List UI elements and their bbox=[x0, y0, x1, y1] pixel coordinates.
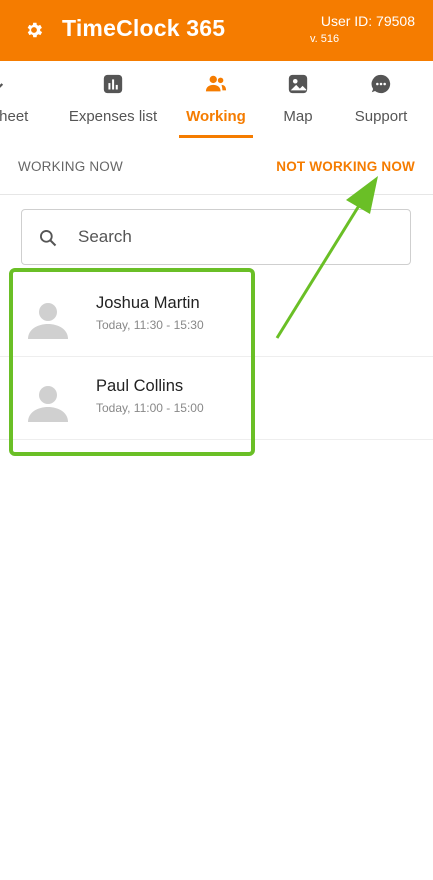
chat-bubble-icon bbox=[371, 74, 391, 94]
nav-item-map[interactable]: Map bbox=[270, 61, 326, 143]
nav-item-working[interactable]: Working bbox=[179, 61, 253, 143]
employee-shift-time: Today, 11:00 - 15:00 bbox=[96, 401, 204, 415]
version-label: v. 516 bbox=[310, 33, 340, 45]
top-nav: sheet Expenses list Working Map bbox=[0, 61, 433, 143]
tab-not-working-now[interactable]: NOT WORKING NOW bbox=[276, 159, 415, 174]
nav-label: Map bbox=[283, 108, 313, 125]
working-subtabs: WORKING NOW NOT WORKING NOW bbox=[0, 143, 433, 195]
list-item[interactable]: Joshua Martin Today, 11:30 - 15:30 bbox=[0, 274, 433, 357]
avatar-icon bbox=[28, 386, 68, 422]
nav-label: Expenses list bbox=[68, 108, 158, 125]
active-tab-indicator bbox=[179, 135, 253, 138]
user-id-label: User ID: 79508 bbox=[320, 13, 415, 29]
nav-item-timesheet[interactable]: sheet bbox=[0, 61, 42, 143]
search-input[interactable] bbox=[78, 224, 378, 250]
gear-icon[interactable] bbox=[24, 20, 44, 40]
nav-item-expenses-list[interactable]: Expenses list bbox=[60, 61, 166, 143]
search-icon bbox=[40, 230, 57, 247]
app-header: TimeClock 365 User ID: 79508 v. 516 bbox=[0, 0, 433, 61]
tab-working-now[interactable]: WORKING NOW bbox=[18, 159, 123, 174]
nav-item-support[interactable]: Support bbox=[344, 61, 418, 143]
app-title: TimeClock 365 bbox=[62, 15, 226, 41]
employee-shift-time: Today, 11:30 - 15:30 bbox=[96, 318, 204, 332]
people-icon bbox=[205, 75, 227, 92]
nav-label: sheet bbox=[0, 108, 29, 125]
bar-chart-icon bbox=[103, 74, 123, 94]
list-item[interactable]: Paul Collins Today, 11:00 - 15:00 bbox=[0, 357, 433, 440]
nav-label: Support bbox=[354, 108, 408, 125]
map-image-icon bbox=[288, 74, 308, 94]
timesheet-icon bbox=[0, 83, 4, 88]
employee-name: Paul Collins bbox=[96, 377, 184, 395]
nav-label: Working bbox=[186, 108, 246, 125]
search-box[interactable] bbox=[21, 209, 411, 265]
employee-name: Joshua Martin bbox=[96, 294, 200, 312]
avatar-icon bbox=[28, 303, 68, 339]
